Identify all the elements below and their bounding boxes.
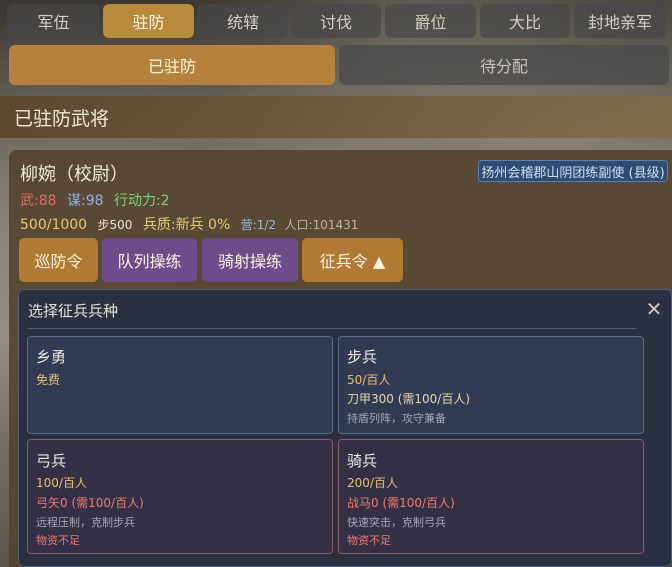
unit-status: 物资不足 (36, 534, 80, 547)
picker-title: 选择征兵兵种 (28, 302, 119, 320)
unit-cost: 200/百人 (347, 476, 398, 490)
infantry-count: 步500 (97, 218, 133, 232)
tab-army[interactable]: 军伍 (7, 4, 100, 38)
general-stats: 武:88 谋:98 行动力:2 (20, 190, 170, 210)
stat-action-points: 行动力:2 (113, 193, 170, 209)
unit-description: 快速突击，克制弓兵 (347, 516, 446, 529)
unit-status: 物资不足 (347, 534, 391, 547)
tab-fief-guard[interactable]: 封地亲军 (574, 4, 666, 38)
unit-cost: 100/百人 (36, 476, 87, 490)
section-title: 已驻防武将 (0, 96, 672, 138)
troop-quality: 兵质:新兵 0% (142, 217, 231, 233)
stat-strategy: 谋:98 (66, 193, 104, 209)
conscription-order-button[interactable]: 征兵令 ▲ (302, 238, 403, 282)
tab-garrison[interactable]: 驻防 (103, 4, 194, 38)
picker-divider (28, 328, 636, 329)
unit-cost: 50/百人 (347, 373, 391, 387)
top-tab-bar: 军伍 驻防 统辖 讨伐 爵位 大比 封地亲军 (0, 4, 672, 40)
tab-command[interactable]: 统辖 (198, 4, 288, 38)
troop-info: 500/1000 步500 兵质:新兵 0% 营:1/2 人口:101431 (20, 214, 358, 234)
unit-cost: 免费 (36, 373, 61, 387)
unit-name: 弓兵 (36, 452, 67, 470)
patrol-order-button[interactable]: 巡防令 (19, 238, 98, 282)
unit-option-militia[interactable] (27, 336, 333, 434)
general-name: 柳婉（校尉） (20, 164, 128, 185)
stat-martial: 武:88 (20, 193, 57, 209)
unit-name: 骑兵 (347, 452, 378, 470)
tab-campaign[interactable]: 讨伐 (291, 4, 381, 38)
mounted-archery-drill-button[interactable]: 骑射操练 (202, 238, 298, 282)
post-badge: 扬州会稽郡山阴团练副使 (县级) (478, 160, 668, 182)
unit-description: 远程压制，克制步兵 (36, 516, 135, 529)
formation-drill-button[interactable]: 队列操练 (102, 238, 197, 282)
close-icon[interactable]: ✕ (642, 297, 666, 321)
tab-contest[interactable]: 大比 (480, 4, 570, 38)
population: 人口:101431 (284, 218, 359, 232)
tab-rank[interactable]: 爵位 (385, 4, 476, 38)
unit-requirement: 战马0 (需100/百人) (347, 496, 455, 510)
unit-requirement: 刀甲300 (需100/百人) (347, 392, 471, 406)
unit-description: 持盾列阵，攻守兼备 (347, 412, 446, 425)
unit-name: 乡勇 (36, 348, 67, 366)
troop-count: 500/1000 (20, 217, 88, 233)
subtab-garrisoned[interactable]: 已驻防 (9, 45, 335, 85)
unit-name: 步兵 (347, 348, 378, 366)
unit-requirement: 弓矢0 (需100/百人) (36, 496, 144, 510)
subtab-unassigned[interactable]: 待分配 (339, 45, 669, 85)
camp-count: 营:1/2 (240, 218, 277, 232)
